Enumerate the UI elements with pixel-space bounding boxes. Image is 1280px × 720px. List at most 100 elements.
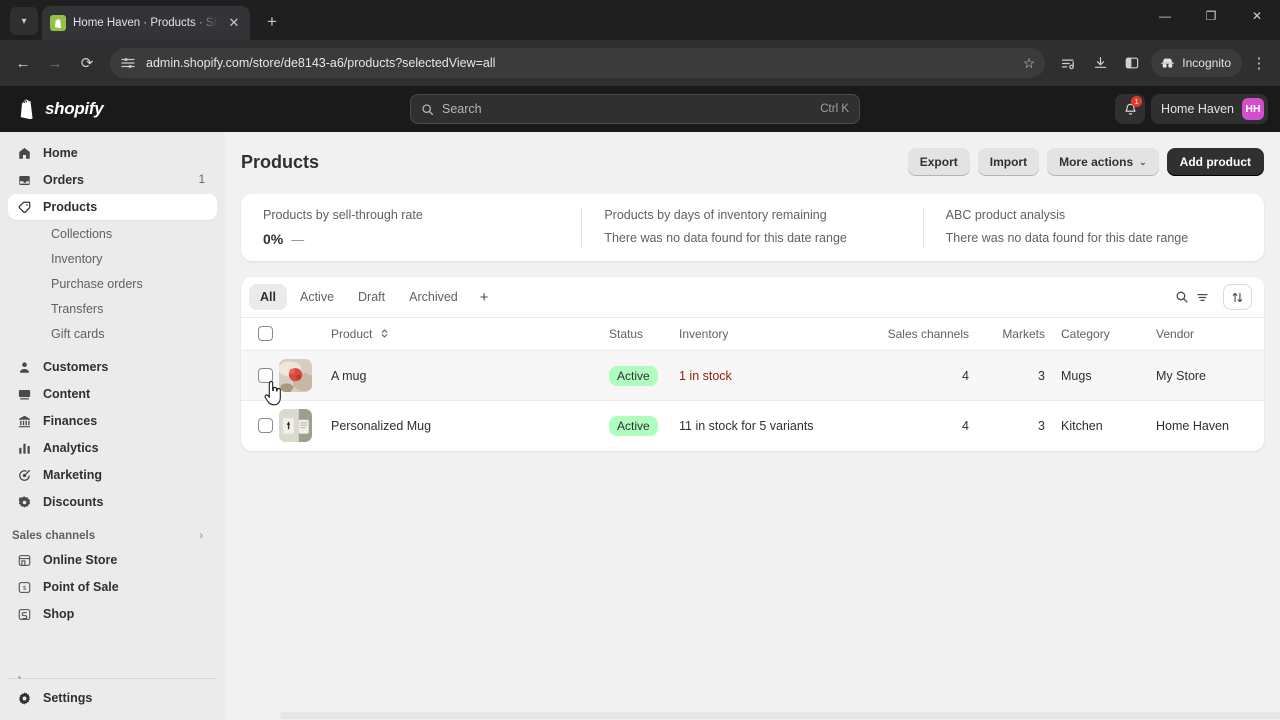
chrome-menu-icon[interactable]: ⋮ bbox=[1246, 54, 1272, 72]
products-panel: All Active Draft Archived + Product Stat… bbox=[241, 277, 1264, 451]
sales-channels-label: Sales channels bbox=[12, 530, 96, 542]
sidebar-item-point-of-sale[interactable]: $ Point of Sale bbox=[8, 574, 217, 600]
select-all-checkbox[interactable] bbox=[258, 326, 273, 341]
incognito-indicator[interactable]: Incognito bbox=[1151, 49, 1242, 77]
forward-icon[interactable]: → bbox=[40, 48, 70, 78]
gear-icon bbox=[16, 690, 33, 707]
sidebar-item-transfers[interactable]: Transfers bbox=[8, 296, 217, 321]
browser-toolbar: ← → ⟳ admin.shopify.com/store/de8143-a6/… bbox=[0, 40, 1280, 86]
sidebar-item-gift-cards[interactable]: Gift cards bbox=[8, 321, 217, 346]
table-header-row: Product Status Inventory Sales channels … bbox=[241, 317, 1264, 351]
row-checkbox[interactable] bbox=[258, 418, 273, 434]
sales-channels-header[interactable]: Sales channels › bbox=[8, 516, 217, 547]
browser-tab[interactable]: Home Haven · Products · Shopify ✕ bbox=[42, 6, 250, 40]
card-title: ABC product analysis bbox=[945, 208, 1066, 222]
analytics-bars-icon bbox=[16, 440, 33, 457]
sort-button[interactable] bbox=[1223, 284, 1252, 310]
reload-icon[interactable]: ⟳ bbox=[72, 48, 102, 78]
card-title: Products by days of inventory remaining bbox=[604, 208, 827, 222]
sidebar-subitem-label: Transfers bbox=[51, 301, 104, 316]
sidebar-item-content[interactable]: Content bbox=[8, 381, 217, 407]
tab-all[interactable]: All bbox=[249, 284, 287, 310]
sidebar-divider bbox=[8, 676, 217, 679]
sidebar-item-discounts[interactable]: Discounts bbox=[8, 489, 217, 515]
row-checkbox[interactable] bbox=[258, 368, 273, 383]
add-product-button[interactable]: Add product bbox=[1166, 148, 1264, 176]
table-row[interactable]: A mug Active 1 in stock 4 3 Mugs My Stor… bbox=[241, 350, 1264, 401]
sidebar-item-finances[interactable]: Finances bbox=[8, 408, 217, 434]
address-bar[interactable]: admin.shopify.com/store/de8143-a6/produc… bbox=[110, 48, 1046, 78]
sidebar-footer: Settings bbox=[8, 685, 217, 720]
notifications-button[interactable]: 1 bbox=[1115, 94, 1146, 124]
reading-list-icon[interactable] bbox=[1053, 48, 1083, 78]
product-column-header[interactable]: Product bbox=[331, 317, 609, 351]
tab-search-button[interactable]: ▾ bbox=[10, 7, 38, 35]
maximize-icon[interactable]: ❐ bbox=[1188, 0, 1234, 32]
table-row[interactable]: Personalized Mug Active 11 in stock for … bbox=[241, 400, 1264, 451]
point-of-sale-icon: $ bbox=[16, 579, 33, 596]
sidebar-item-home[interactable]: Home bbox=[8, 140, 217, 166]
products-tag-icon bbox=[16, 199, 33, 216]
category-cell: Kitchen bbox=[1061, 418, 1103, 433]
add-view-button[interactable]: + bbox=[471, 284, 498, 310]
row-thumbnail-cell bbox=[279, 401, 331, 451]
export-button[interactable]: Export bbox=[907, 148, 970, 176]
sidebar-item-inventory[interactable]: Inventory bbox=[8, 246, 217, 271]
card-days-of-inventory[interactable]: Products by days of inventory remaining … bbox=[581, 208, 922, 247]
sidebar-item-purchase-orders[interactable]: Purchase orders bbox=[8, 271, 217, 296]
orders-inbox-icon bbox=[16, 172, 33, 189]
sidebar-item-products[interactable]: Products bbox=[8, 194, 217, 220]
site-settings-icon[interactable] bbox=[120, 55, 136, 71]
bookmark-star-icon[interactable]: ☆ bbox=[1023, 55, 1036, 72]
status-badge: Active bbox=[609, 415, 658, 436]
bottom-scrollbar-right[interactable] bbox=[845, 712, 1280, 719]
shopify-logo[interactable]: shopify bbox=[12, 98, 212, 121]
avatar: HH bbox=[1242, 98, 1264, 120]
shopify-bag-icon bbox=[50, 15, 66, 31]
chevron-right-icon[interactable]: › bbox=[199, 530, 209, 542]
more-actions-button[interactable]: More actions ⌄ bbox=[1047, 148, 1159, 176]
minimize-icon[interactable]: — bbox=[1142, 0, 1188, 32]
tab-archived[interactable]: Archived bbox=[398, 284, 469, 310]
close-icon[interactable]: ✕ bbox=[226, 15, 242, 31]
import-button[interactable]: Import bbox=[977, 148, 1040, 176]
incognito-icon bbox=[1161, 58, 1175, 68]
card-abc-analysis[interactable]: ABC product analysis There was no data f… bbox=[922, 208, 1264, 247]
sidebar-item-shop[interactable]: Shop bbox=[8, 601, 217, 627]
close-window-icon[interactable]: ✕ bbox=[1234, 0, 1280, 32]
product-name-cell[interactable]: Personalized Mug bbox=[331, 401, 609, 451]
tab-draft[interactable]: Draft bbox=[347, 284, 396, 310]
search-shortcut: Ctrl K bbox=[820, 103, 849, 115]
shopify-wordmark: shopify bbox=[45, 99, 104, 118]
search-filter-button[interactable] bbox=[1167, 284, 1217, 310]
sidebar-item-orders[interactable]: Orders 1 bbox=[8, 167, 217, 193]
sidebar-item-label: Shop bbox=[43, 607, 75, 621]
browser-window: ▾ Home Haven · Products · Shopify ✕ + — … bbox=[0, 0, 1280, 720]
bottom-scrollbar-left[interactable] bbox=[280, 712, 900, 719]
sidebar-item-online-store[interactable]: Online Store bbox=[8, 547, 217, 573]
back-icon[interactable]: ← bbox=[8, 48, 38, 78]
sales-channels-cell: 4 bbox=[962, 418, 969, 433]
side-panel-icon[interactable] bbox=[1117, 48, 1147, 78]
inventory-cell: 11 in stock for 5 variants bbox=[679, 418, 814, 433]
discounts-icon bbox=[16, 494, 33, 511]
store-switcher[interactable]: Home Haven HH bbox=[1151, 94, 1268, 124]
search-input[interactable]: Search Ctrl K bbox=[410, 94, 860, 124]
new-tab-button[interactable]: + bbox=[258, 8, 286, 36]
sidebar-item-collections[interactable]: Collections bbox=[8, 221, 217, 246]
inventory-cell: 1 in stock bbox=[679, 368, 732, 383]
sidebar-item-customers[interactable]: Customers bbox=[8, 354, 217, 380]
sales-channels-cell: 4 bbox=[962, 368, 969, 383]
tab-active[interactable]: Active bbox=[289, 284, 345, 310]
view-tabs: All Active Draft Archived + bbox=[241, 277, 1264, 317]
vendor-column-header: Vendor bbox=[1156, 317, 1264, 351]
card-sell-through-rate[interactable]: Products by sell-through rate 0% — bbox=[241, 208, 581, 247]
download-icon[interactable] bbox=[1085, 48, 1115, 78]
sidebar-item-settings[interactable]: Settings bbox=[8, 685, 217, 711]
sidebar-item-marketing[interactable]: Marketing bbox=[8, 462, 217, 488]
sidebar-item-analytics[interactable]: Analytics bbox=[8, 435, 217, 461]
url-text: admin.shopify.com/store/de8143-a6/produc… bbox=[146, 56, 496, 70]
product-name-cell[interactable]: A mug bbox=[331, 351, 609, 401]
browser-tabstrip: ▾ Home Haven · Products · Shopify ✕ + — … bbox=[0, 0, 1280, 40]
sidebar-item-label: Marketing bbox=[43, 468, 103, 482]
